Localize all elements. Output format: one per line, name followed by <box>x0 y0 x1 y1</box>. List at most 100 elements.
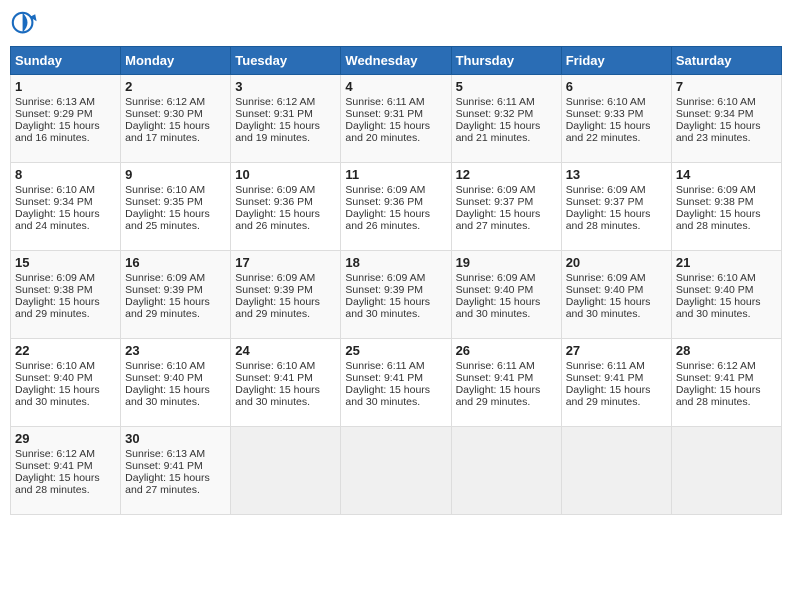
header-cell-sunday: Sunday <box>11 47 121 75</box>
calendar-cell: 7Sunrise: 6:10 AMSunset: 9:34 PMDaylight… <box>671 75 781 163</box>
sunrise-text: Sunrise: 6:10 AM <box>676 96 756 108</box>
day-number: 21 <box>676 255 777 270</box>
calendar-cell: 19Sunrise: 6:09 AMSunset: 9:40 PMDayligh… <box>451 251 561 339</box>
day-number: 3 <box>235 79 336 94</box>
daylight-text: Daylight: 15 hours and 30 minutes. <box>456 296 541 320</box>
sunrise-text: Sunrise: 6:10 AM <box>125 360 205 372</box>
day-number: 26 <box>456 343 557 358</box>
sunset-text: Sunset: 9:30 PM <box>125 108 203 120</box>
daylight-text: Daylight: 15 hours and 28 minutes. <box>676 208 761 232</box>
calendar-cell: 18Sunrise: 6:09 AMSunset: 9:39 PMDayligh… <box>341 251 451 339</box>
day-number: 25 <box>345 343 446 358</box>
day-number: 29 <box>15 431 116 446</box>
sunset-text: Sunset: 9:31 PM <box>235 108 313 120</box>
calendar-cell: 22Sunrise: 6:10 AMSunset: 9:40 PMDayligh… <box>11 339 121 427</box>
sunset-text: Sunset: 9:41 PM <box>15 460 93 472</box>
day-number: 7 <box>676 79 777 94</box>
daylight-text: Daylight: 15 hours and 27 minutes. <box>125 472 210 496</box>
sunset-text: Sunset: 9:41 PM <box>345 372 423 384</box>
sunrise-text: Sunrise: 6:10 AM <box>676 272 756 284</box>
calendar-cell: 2Sunrise: 6:12 AMSunset: 9:30 PMDaylight… <box>121 75 231 163</box>
daylight-text: Daylight: 15 hours and 20 minutes. <box>345 120 430 144</box>
calendar-cell <box>561 427 671 515</box>
day-number: 11 <box>345 167 446 182</box>
sunset-text: Sunset: 9:40 PM <box>456 284 534 296</box>
calendar-cell: 28 Sunrise: 6:12 AMSunset: 9:41 PMDayligh… <box>671 339 781 427</box>
daylight-text: Daylight: 15 hours and 28 minutes. <box>676 384 761 408</box>
calendar-cell: 1Sunrise: 6:13 AMSunset: 9:29 PMDaylight… <box>11 75 121 163</box>
header-cell-wednesday: Wednesday <box>341 47 451 75</box>
daylight-text: Daylight: 15 hours and 30 minutes. <box>566 296 651 320</box>
sunrise-text: Sunrise: 6:11 AM <box>345 360 424 372</box>
daylight-text: Daylight: 15 hours and 19 minutes. <box>235 120 320 144</box>
sunrise-text: Sunrise: 6:11 AM <box>566 360 645 372</box>
sunrise-text: Sunrise: 6:11 AM <box>456 360 535 372</box>
sunset-text: Sunset: 9:38 PM <box>15 284 93 296</box>
day-number: 27 <box>566 343 667 358</box>
calendar-cell: 10Sunrise: 6:09 AMSunset: 9:36 PMDayligh… <box>231 163 341 251</box>
day-number: 23 <box>125 343 226 358</box>
day-number: 5 <box>456 79 557 94</box>
daylight-text: Daylight: 15 hours and 28 minutes. <box>566 208 651 232</box>
day-number: 14 <box>676 167 777 182</box>
sunset-text: Sunset: 9:39 PM <box>345 284 423 296</box>
calendar-week-0: 1Sunrise: 6:13 AMSunset: 9:29 PMDaylight… <box>11 75 782 163</box>
header-cell-monday: Monday <box>121 47 231 75</box>
day-number: 28 <box>676 343 777 358</box>
daylight-text: Daylight: 15 hours and 29 minutes. <box>456 384 541 408</box>
sunset-text: Sunset: 9:41 PM <box>125 460 203 472</box>
sunrise-text: Sunrise: 6:09 AM <box>566 184 646 196</box>
sunrise-text: Sunrise: 6:11 AM <box>345 96 424 108</box>
calendar-cell: 13Sunrise: 6:09 AMSunset: 9:37 PMDayligh… <box>561 163 671 251</box>
calendar-cell: 26Sunrise: 6:11 AMSunset: 9:41 PMDayligh… <box>451 339 561 427</box>
sunset-text: Sunset: 9:34 PM <box>15 196 93 208</box>
day-number: 19 <box>456 255 557 270</box>
day-number: 8 <box>15 167 116 182</box>
daylight-text: Daylight: 15 hours and 25 minutes. <box>125 208 210 232</box>
day-number: 20 <box>566 255 667 270</box>
sunrise-text: Sunrise: 6:12 AM <box>125 96 205 108</box>
sunset-text: Sunset: 9:37 PM <box>456 196 534 208</box>
sunrise-text: Sunrise: 6:12 AM <box>676 360 756 372</box>
day-number: 18 <box>345 255 446 270</box>
sunrise-text: Sunrise: 6:09 AM <box>15 272 95 284</box>
calendar-cell: 11Sunrise: 6:09 AMSunset: 9:36 PMDayligh… <box>341 163 451 251</box>
daylight-text: Daylight: 15 hours and 30 minutes. <box>125 384 210 408</box>
sunrise-text: Sunrise: 6:13 AM <box>15 96 95 108</box>
header-cell-friday: Friday <box>561 47 671 75</box>
calendar-cell: 20Sunrise: 6:09 AMSunset: 9:40 PMDayligh… <box>561 251 671 339</box>
daylight-text: Daylight: 15 hours and 27 minutes. <box>456 208 541 232</box>
calendar-cell: 25Sunrise: 6:11 AMSunset: 9:41 PMDayligh… <box>341 339 451 427</box>
sunrise-text: Sunrise: 6:09 AM <box>566 272 646 284</box>
daylight-text: Daylight: 15 hours and 29 minutes. <box>125 296 210 320</box>
calendar-header: SundayMondayTuesdayWednesdayThursdayFrid… <box>11 47 782 75</box>
daylight-text: Daylight: 15 hours and 24 minutes. <box>15 208 100 232</box>
logo <box>10 10 42 38</box>
sunrise-text: Sunrise: 6:12 AM <box>15 448 95 460</box>
sunrise-text: Sunrise: 6:10 AM <box>15 360 95 372</box>
sunset-text: Sunset: 9:39 PM <box>125 284 203 296</box>
daylight-text: Daylight: 15 hours and 21 minutes. <box>456 120 541 144</box>
calendar-cell: 5Sunrise: 6:11 AMSunset: 9:32 PMDaylight… <box>451 75 561 163</box>
daylight-text: Daylight: 15 hours and 30 minutes. <box>15 384 100 408</box>
daylight-text: Daylight: 15 hours and 17 minutes. <box>125 120 210 144</box>
day-number: 17 <box>235 255 336 270</box>
sunset-text: Sunset: 9:35 PM <box>125 196 203 208</box>
calendar-cell <box>231 427 341 515</box>
day-number: 30 <box>125 431 226 446</box>
sunset-text: Sunset: 9:41 PM <box>676 372 754 384</box>
day-number: 15 <box>15 255 116 270</box>
calendar-week-2: 15Sunrise: 6:09 AMSunset: 9:38 PMDayligh… <box>11 251 782 339</box>
calendar-cell: 3Sunrise: 6:12 AMSunset: 9:31 PMDaylight… <box>231 75 341 163</box>
sunset-text: Sunset: 9:41 PM <box>566 372 644 384</box>
header-cell-thursday: Thursday <box>451 47 561 75</box>
calendar-cell: 12Sunrise: 6:09 AMSunset: 9:37 PMDayligh… <box>451 163 561 251</box>
sunset-text: Sunset: 9:36 PM <box>235 196 313 208</box>
sunset-text: Sunset: 9:37 PM <box>566 196 644 208</box>
sunset-text: Sunset: 9:36 PM <box>345 196 423 208</box>
sunset-text: Sunset: 9:40 PM <box>676 284 754 296</box>
calendar-cell: 21Sunrise: 6:10 AMSunset: 9:40 PMDayligh… <box>671 251 781 339</box>
header-row: SundayMondayTuesdayWednesdayThursdayFrid… <box>11 47 782 75</box>
calendar-cell: 30Sunrise: 6:13 AMSunset: 9:41 PMDayligh… <box>121 427 231 515</box>
sunset-text: Sunset: 9:39 PM <box>235 284 313 296</box>
